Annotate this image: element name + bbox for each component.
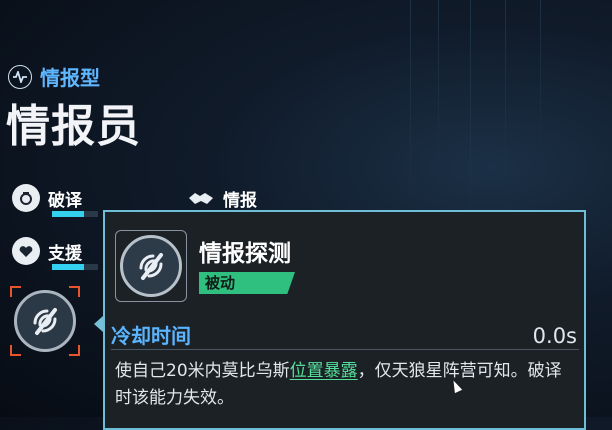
- skill-type-tag: 被动: [199, 272, 295, 294]
- selection-corner: [10, 286, 21, 297]
- stat-support-bar-fill: [52, 264, 85, 270]
- skill-description: 使自己20米内莫比乌斯位置暴露，仅天狼星阵营可知。破译时该能力失效。: [115, 358, 567, 412]
- tooltip-pointer: [94, 316, 103, 332]
- stat-decode-label: 破译: [48, 190, 82, 211]
- decode-icon: [12, 184, 40, 212]
- selection-corner: [69, 345, 80, 356]
- role-type: 情报型: [8, 62, 100, 91]
- cooldown-row: 冷却时间 0.0s: [111, 320, 577, 349]
- intel-probe-icon: [14, 290, 76, 352]
- desc-text: 使自己20米内莫比乌斯: [115, 361, 290, 381]
- intel-probe-icon: [120, 235, 182, 297]
- stat-support-bar: [52, 264, 98, 270]
- desc-keyword: 位置暴露: [289, 361, 358, 381]
- stat-decode: 破译: [12, 184, 82, 212]
- skill-tooltip: 情报探测 被动 冷却时间 0.0s 使自己20米内莫比乌斯位置暴露，仅天狼星阵营…: [103, 210, 586, 430]
- skill-title: 情报探测: [199, 241, 291, 267]
- handshake-icon: [187, 184, 215, 212]
- role-type-label: 情报型: [40, 66, 100, 90]
- cooldown-label: 冷却时间: [111, 324, 191, 348]
- cooldown-value: 0.0s: [532, 324, 577, 348]
- skill-slot[interactable]: [10, 286, 80, 356]
- role-name: 情报员: [6, 101, 141, 152]
- skill-icon-frame: [115, 230, 187, 302]
- stat-decode-bar-fill: [52, 211, 85, 217]
- stat-intel-label: 情报: [223, 190, 257, 211]
- pulse-icon: [8, 64, 32, 89]
- skill-type-label: 被动: [205, 274, 236, 292]
- heart-icon: [12, 237, 40, 265]
- divider: [111, 349, 579, 350]
- stat-support-label: 支援: [48, 243, 82, 264]
- selection-corner: [10, 345, 21, 356]
- selection-corner: [69, 286, 80, 297]
- stat-intel: 情报: [187, 184, 257, 212]
- stat-decode-bar: [52, 211, 98, 217]
- stat-support: 支援: [12, 237, 82, 265]
